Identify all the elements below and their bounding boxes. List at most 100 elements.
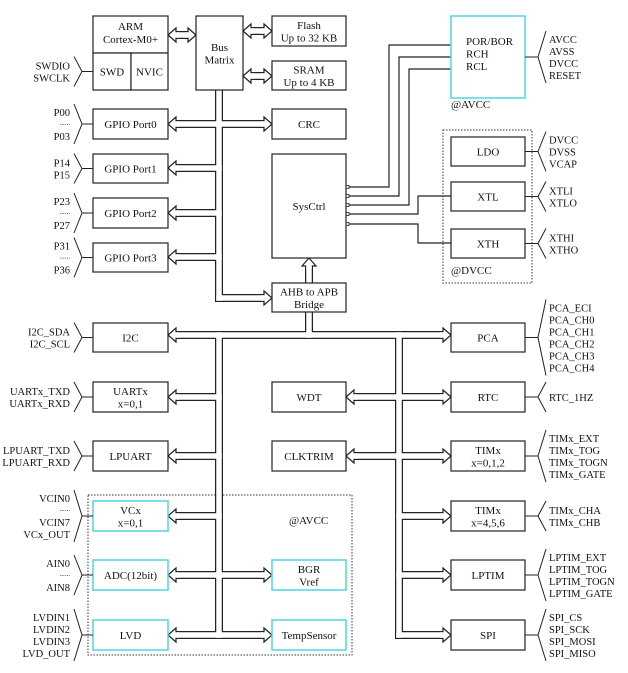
pin-group-lptim: LPTIM_EXTLPTIM_TOGLPTIM_TOGNLPTIM_GATE: [525, 548, 615, 602]
block-nvic-label: NVIC: [136, 67, 163, 79]
block-uart-label: UARTx: [113, 386, 148, 398]
block-sram-label: Up to 4 KB: [283, 77, 334, 89]
block-bgr: BGRVref: [271, 559, 347, 591]
pin-label: TIMx_TOG: [549, 446, 601, 457]
block-lpuart: LPUART: [92, 440, 169, 472]
block-bgr-label: Vref: [299, 576, 319, 588]
pin-label: PCA_ECI: [549, 304, 592, 315]
block-pca: PCA: [450, 322, 526, 353]
pin-bracket: [73, 192, 93, 234]
pin-bracket: [73, 56, 93, 87]
block-uart-label: x=0,1: [118, 398, 143, 410]
block-tim012-label: x=0,1,2: [471, 457, 505, 469]
block-arm-label: Cortex-M0+: [103, 34, 158, 46]
pin-label: DVCC: [549, 136, 578, 147]
block-flash-label: Flash: [297, 20, 321, 32]
block-lvd-label: LVD: [120, 630, 142, 642]
pin-bracket: [73, 440, 93, 472]
pin-label: LVDIN2: [33, 625, 70, 636]
block-vcx-label: VCx: [120, 505, 141, 517]
block-xtl: XTL: [450, 181, 526, 212]
block-swd-label: SWD: [100, 67, 125, 79]
pin-label: AIN0: [46, 559, 70, 570]
pin-bracket: [525, 181, 547, 212]
pin-label: RTC_1HZ: [549, 393, 593, 404]
pin-group-vcx: VCIN0...... VCIN7VCx_OUT: [23, 489, 93, 543]
block-lptim: LPTIM: [450, 559, 526, 591]
pin-group-i2c: I2C_SDAI2C_SCL: [28, 322, 93, 353]
pin-label: SPI_MOSI: [549, 637, 596, 648]
domain-label-dvcc: @DVCC: [451, 265, 492, 277]
pin-label: P36: [54, 266, 70, 277]
pin-group-swd: SWDIOSWCLK: [33, 56, 93, 87]
pin-label: SPI_SCK: [549, 625, 590, 636]
pin-label: P14: [54, 159, 71, 170]
block-vcx: VCxx=0,1: [92, 500, 169, 532]
pin-label: P15: [54, 171, 70, 182]
block-lpuart-label: LPUART: [109, 451, 151, 463]
block-flash-label: Up to 32 KB: [281, 32, 338, 44]
block-bgr-label: BGR: [298, 564, 321, 576]
pin-range-ellipsis: ......: [60, 570, 71, 578]
pin-bracket: [73, 489, 93, 543]
block-rtc: RTC: [450, 381, 526, 413]
block-ahb_apb-label: AHB to APB: [280, 286, 338, 298]
pin-group-tim012: TIMx_EXTTIMx_TOGTIMx_TOGNTIMx_GATE: [525, 429, 608, 483]
pin-label: P31: [54, 242, 70, 253]
pin-label: UARTx_TXD: [10, 387, 70, 398]
pin-range-ellipsis: ......: [60, 119, 71, 127]
pin-label: LVDIN1: [33, 613, 70, 624]
block-sysctrl-label: SysCtrl: [292, 201, 325, 213]
block-por-label: RCL: [466, 61, 488, 73]
pin-group-tim456: TIMx_CHATIMx_CHB: [525, 500, 601, 532]
block-ahb_apb: AHB to APBBridge: [271, 282, 347, 313]
block-tim456-label: x=4,5,6: [471, 517, 505, 529]
pin-label: VCIN0: [39, 494, 70, 505]
pin-bracket: [73, 322, 93, 353]
block-gpio1: GPIO Port1: [92, 153, 169, 184]
pin-label: VCAP: [549, 160, 577, 171]
pin-range-ellipsis: ......: [60, 208, 71, 216]
block-xtl-label: XTL: [477, 192, 499, 204]
block-ldo: LDO: [450, 136, 526, 167]
block-lvd: LVD: [92, 619, 169, 651]
block-arm-label: ARM: [118, 21, 143, 33]
block-spi: SPI: [450, 619, 526, 651]
pin-bracket: [525, 500, 547, 532]
pin-label: SPI_MISO: [549, 649, 596, 660]
pin-label: LVD_OUT: [23, 649, 71, 660]
block-tim012-label: TIMx: [475, 445, 501, 457]
block-gpio2: GPIO Port2: [92, 197, 169, 229]
pin-label: UARTx_RXD: [9, 399, 70, 410]
block-wdt-label: WDT: [296, 392, 321, 404]
block-sram-label: SRAM: [293, 64, 324, 76]
pin-bracket: [525, 131, 547, 172]
pin-label: XTHO: [549, 246, 579, 257]
block-ahb_apb-label: Bridge: [294, 299, 324, 311]
pin-bracket: [525, 429, 547, 483]
block-wdt: WDT: [271, 381, 347, 413]
block-ldo-label: LDO: [477, 147, 500, 159]
pin-group-gpio0: P00...... P03: [54, 103, 93, 145]
block-bus_matrix: BusMatrix: [195, 15, 244, 91]
pin-label: P23: [54, 197, 70, 208]
pin-group-uart: UARTx_TXDUARTx_RXD: [9, 381, 93, 413]
block-rtc-label: RTC: [478, 392, 499, 404]
pin-label: SWCLK: [33, 74, 70, 85]
pin-label: TIMx_EXT: [549, 434, 600, 445]
block-arm: ARMCortex-M0+: [92, 15, 169, 54]
pin-label: TIMx_CHB: [549, 518, 600, 529]
block-bus_matrix-label: Bus: [211, 42, 228, 54]
pin-bracket: [525, 228, 547, 259]
block-tim456: TIMxx=4,5,6: [450, 500, 526, 532]
pin-label: LPTIM_EXT: [549, 553, 607, 564]
pin-label: TIMx_GATE: [549, 470, 606, 481]
pin-label: PCA_CH0: [549, 316, 595, 327]
pin-label: RESET: [549, 71, 582, 82]
pin-bracket: [73, 237, 93, 278]
pin-bracket: [525, 608, 547, 662]
block-gpio0: GPIO Port0: [92, 108, 169, 140]
pin-label: LVDIN3: [33, 637, 70, 648]
block-tempsensor-label: TempSensor: [282, 630, 337, 642]
block-gpio0-label: GPIO Port0: [104, 119, 157, 131]
